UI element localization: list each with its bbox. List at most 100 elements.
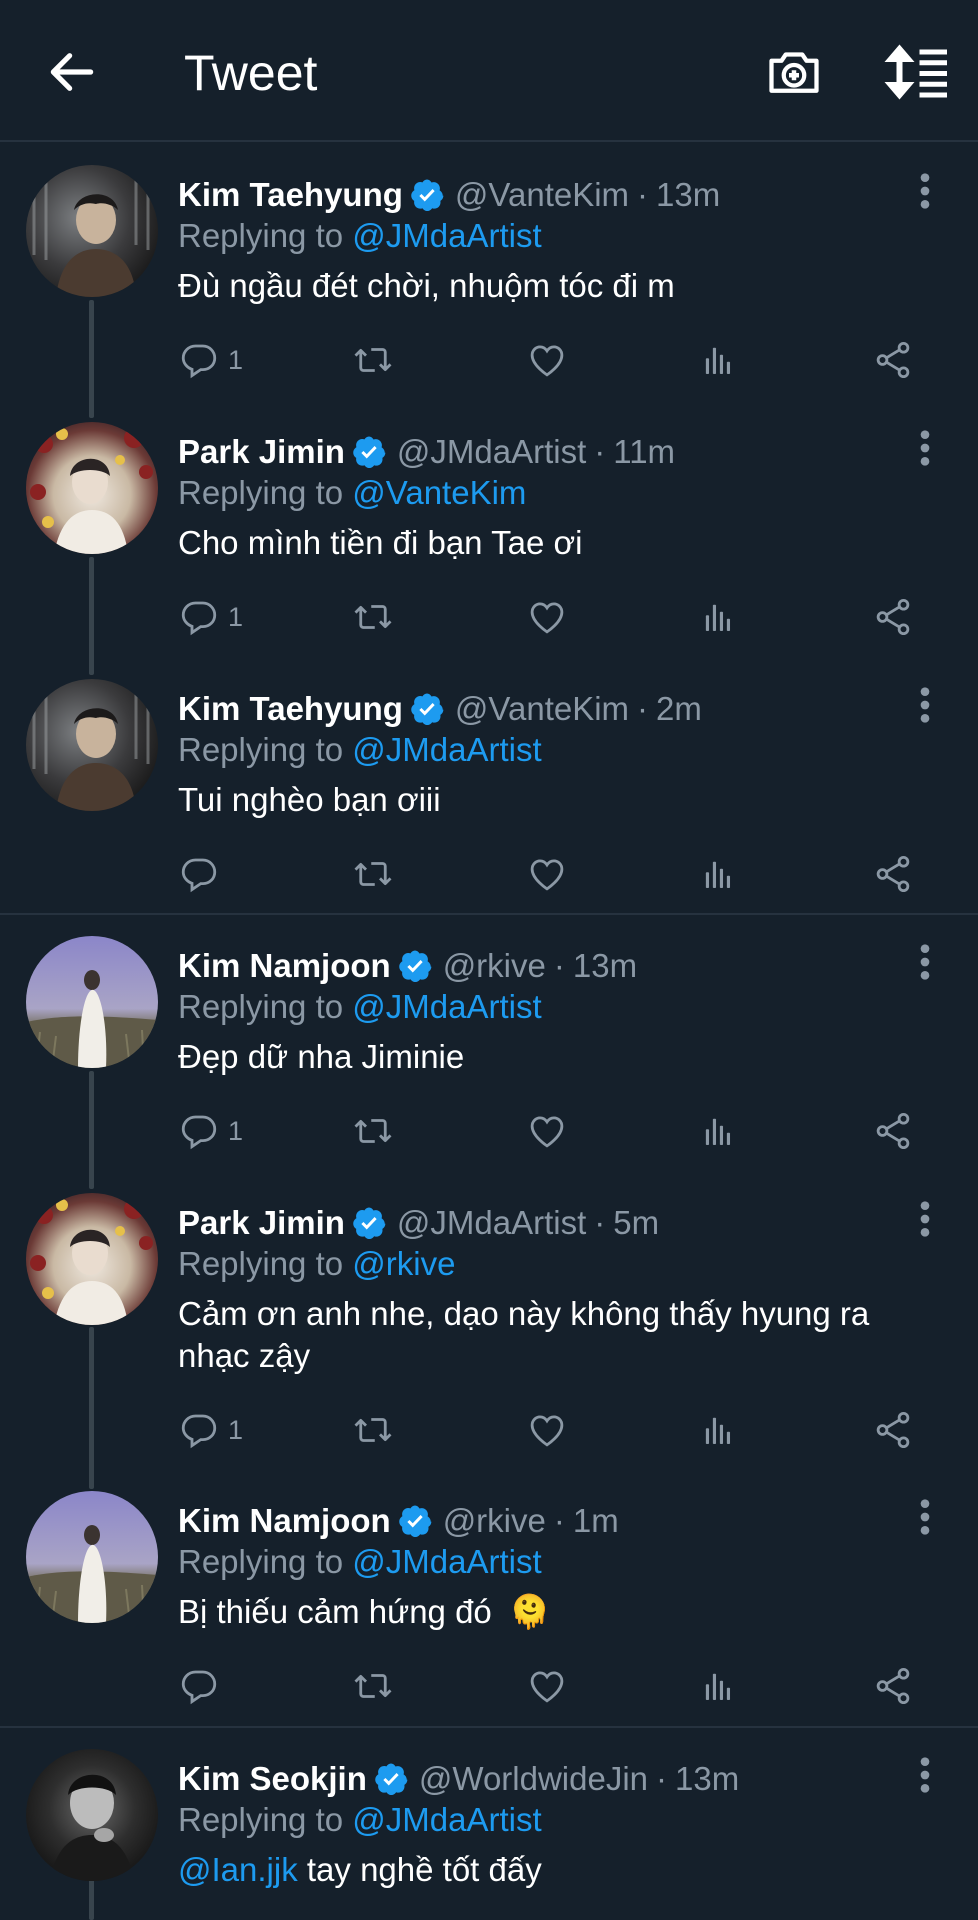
- like-button[interactable]: [526, 1407, 568, 1453]
- like-button[interactable]: [526, 337, 568, 383]
- timestamp: 1m: [572, 1502, 619, 1539]
- reply-mention-link[interactable]: @JMdaArtist: [352, 217, 541, 254]
- tweet[interactable]: Park Jimin @JMdaArtist · 5m Replying to …: [0, 1193, 978, 1455]
- analytics-button[interactable]: [698, 337, 740, 383]
- like-button[interactable]: [526, 1663, 568, 1709]
- more-vertical-icon[interactable]: [916, 942, 934, 982]
- camera-plus-icon: [769, 52, 819, 93]
- analytics-button[interactable]: [698, 594, 740, 640]
- reply-mention-link[interactable]: @rkive: [352, 1245, 455, 1282]
- share-button[interactable]: [872, 337, 914, 383]
- share-button[interactable]: [872, 1663, 914, 1709]
- avatar[interactable]: [26, 1749, 158, 1881]
- author-name[interactable]: Kim Namjoon: [178, 947, 391, 985]
- retweet-button[interactable]: [352, 1108, 394, 1154]
- more-vertical-icon[interactable]: [916, 428, 934, 468]
- author-handle[interactable]: @rkive: [443, 1502, 546, 1540]
- retweet-button[interactable]: [352, 337, 394, 383]
- analytics-icon: [698, 339, 740, 381]
- avatar[interactable]: [26, 422, 158, 554]
- tweet-actions: 1: [178, 337, 938, 383]
- like-button[interactable]: [526, 1108, 568, 1154]
- reply-mention-link[interactable]: @VanteKim: [352, 474, 526, 511]
- share-button[interactable]: [872, 594, 914, 640]
- comment-icon: [178, 339, 220, 381]
- tweet[interactable]: Park Jimin @JMdaArtist · 11m Replying to…: [0, 422, 978, 642]
- analytics-button[interactable]: [698, 1108, 740, 1154]
- tweet-text-line: nhạc zậy: [178, 1337, 311, 1374]
- author-handle[interactable]: @VanteKim: [455, 176, 629, 214]
- avatar[interactable]: [26, 679, 158, 811]
- analytics-icon: [698, 1110, 740, 1152]
- share-icon: [872, 339, 914, 381]
- retweet-button[interactable]: [352, 851, 394, 897]
- tweet[interactable]: Kim Taehyung @VanteKim · 2m Replying to …: [0, 679, 978, 899]
- reply-button[interactable]: 1: [178, 337, 243, 383]
- tweet[interactable]: Kim Seokjin @WorldwideJin · 13m Replying…: [0, 1749, 978, 1920]
- author-name[interactable]: Kim Namjoon: [178, 1502, 391, 1540]
- sort-button[interactable]: [884, 42, 950, 102]
- reply-mention-link[interactable]: @JMdaArtist: [352, 1543, 541, 1580]
- avatar[interactable]: [26, 1491, 158, 1623]
- replying-to-label: Replying to: [178, 1245, 344, 1282]
- replying-to-label: Replying to: [178, 1543, 344, 1580]
- verified-badge-icon: [409, 691, 445, 727]
- text-mention-link[interactable]: @Ian.jjk: [178, 1851, 298, 1888]
- more-vertical-icon[interactable]: [916, 685, 934, 725]
- retweet-button[interactable]: [352, 1663, 394, 1709]
- analytics-button[interactable]: [698, 1407, 740, 1453]
- retweet-icon: [352, 339, 394, 381]
- reply-mention-link[interactable]: @JMdaArtist: [352, 988, 541, 1025]
- tweet[interactable]: Kim Taehyung @VanteKim · 13m Replying to…: [0, 165, 978, 385]
- tweet-text: Tui nghèo bạn ơiii: [178, 781, 441, 818]
- tweet[interactable]: Kim Namjoon @rkive · 13m Replying to @JM…: [0, 936, 978, 1156]
- reply-button[interactable]: [178, 1663, 228, 1709]
- timestamp: 13m: [675, 1760, 740, 1797]
- reply-button[interactable]: [178, 851, 228, 897]
- back-button[interactable]: [44, 44, 100, 100]
- more-vertical-icon[interactable]: [916, 1199, 934, 1239]
- like-button[interactable]: [526, 851, 568, 897]
- reply-button[interactable]: 1: [178, 1108, 243, 1154]
- avatar[interactable]: [26, 1193, 158, 1325]
- retweet-icon: [352, 1665, 394, 1707]
- more-vertical-icon[interactable]: [916, 1755, 934, 1795]
- author-handle[interactable]: @JMdaArtist: [397, 1204, 586, 1242]
- tweet[interactable]: Kim Namjoon @rkive · 1m Replying to @JMd…: [0, 1491, 978, 1711]
- analytics-button[interactable]: [698, 851, 740, 897]
- author-handle[interactable]: @JMdaArtist: [397, 433, 586, 471]
- author-name[interactable]: Park Jimin: [178, 1204, 345, 1242]
- share-button[interactable]: [872, 1407, 914, 1453]
- separator: ·: [637, 690, 649, 727]
- author-name[interactable]: Kim Taehyung: [178, 176, 403, 214]
- more-vertical-icon[interactable]: [916, 171, 934, 211]
- author-name[interactable]: Park Jimin: [178, 433, 345, 471]
- retweet-button[interactable]: [352, 594, 394, 640]
- share-button[interactable]: [872, 1108, 914, 1154]
- like-button[interactable]: [526, 594, 568, 640]
- avatar[interactable]: [26, 165, 158, 297]
- reply-count: 1: [228, 1414, 244, 1445]
- author-handle[interactable]: @WorldwideJin: [419, 1760, 648, 1798]
- analytics-icon: [698, 1665, 740, 1707]
- author-handle[interactable]: @rkive: [443, 947, 546, 985]
- camera-button[interactable]: [764, 42, 824, 102]
- reply-button[interactable]: 1: [178, 594, 243, 640]
- like-icon: [526, 1409, 568, 1451]
- author-handle[interactable]: @VanteKim: [455, 690, 629, 728]
- tweet-text: Bị thiếu cảm hứng đó 🫠: [178, 1591, 938, 1633]
- retweet-button[interactable]: [352, 1407, 394, 1453]
- more-vertical-icon[interactable]: [916, 1497, 934, 1537]
- verified-badge-icon: [397, 1503, 433, 1539]
- reply-mention-link[interactable]: @JMdaArtist: [352, 1801, 541, 1838]
- author-name[interactable]: Kim Seokjin: [178, 1760, 367, 1798]
- like-icon: [526, 1110, 568, 1152]
- avatar[interactable]: [26, 936, 158, 1068]
- reply-button[interactable]: 1: [178, 1407, 243, 1453]
- analytics-button[interactable]: [698, 1663, 740, 1709]
- reply-mention-link[interactable]: @JMdaArtist: [352, 731, 541, 768]
- author-name[interactable]: Kim Taehyung: [178, 690, 403, 728]
- like-icon: [526, 1665, 568, 1707]
- share-button[interactable]: [872, 851, 914, 897]
- tweet-text: @Ian.jjk tay nghề tốt đấy: [178, 1849, 938, 1891]
